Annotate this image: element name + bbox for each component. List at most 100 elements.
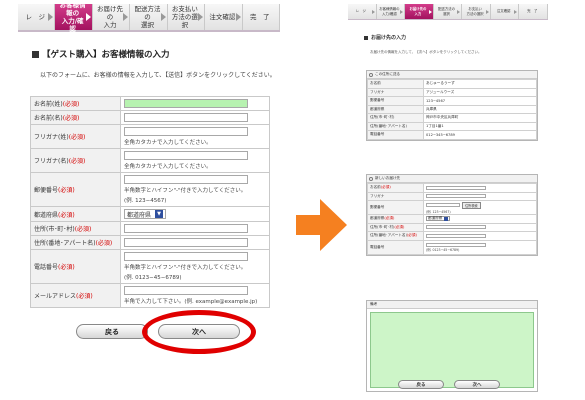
step-order-confirm: 注文確認	[490, 4, 520, 19]
firstname-input[interactable]	[124, 113, 248, 122]
table-row: フリガナ(名)(必須) 全角カタカナで入力してください。	[30, 148, 270, 173]
step-shipping-method: 配送方法の 選択	[130, 4, 168, 30]
table-row: 住所(市･町･村)(必須)	[30, 221, 270, 236]
kana-lastname-input[interactable]	[124, 127, 248, 136]
field-hint: 半角で入力して下さい。(例. example@example.jp)	[124, 299, 258, 305]
field-label: 電話番号(必須)	[30, 249, 121, 284]
field-label: 都道府県(必須)	[30, 206, 121, 222]
radio-icon	[369, 72, 373, 77]
city-input[interactable]	[426, 225, 486, 230]
intro-text: お届け先の情報を入力して、【次へ】ボタンをクリックしてください。	[370, 50, 482, 54]
field-hint: 全角カタカナで入力してください。	[124, 164, 212, 170]
city-input[interactable]	[124, 224, 248, 233]
zip-input[interactable]	[426, 202, 460, 207]
step-payment-method: お支払い 方法の選択	[167, 4, 206, 30]
table-row: 電話番号 (例. 0123−45−6789)	[367, 239, 537, 255]
field-cell: 半角数字とハイフン"-"付きで入力してください。 (例. 0123−45−6789…	[120, 249, 270, 284]
back-button[interactable]: 戻る	[76, 324, 148, 339]
field-label: 住所(番地･アパート名)(必須)	[30, 235, 121, 250]
remarks-box: 備考	[366, 300, 538, 392]
chevron-down-icon: ▼	[155, 210, 164, 218]
next-button[interactable]: 次へ	[158, 324, 240, 339]
field-cell: 半角数字とハイフン"-"付きで入力してください。 (例. 123−4567)	[120, 172, 270, 207]
remarks-textarea[interactable]	[370, 312, 534, 388]
field-cell	[120, 110, 270, 125]
back-button[interactable]: 戻る	[398, 380, 444, 389]
kana-firstname-input[interactable]	[124, 151, 248, 160]
name-input[interactable]	[426, 185, 486, 190]
field-cell	[120, 221, 270, 236]
field-label: フリガナ(姓)(必須)	[30, 124, 121, 149]
zip-input[interactable]	[124, 175, 248, 184]
same-address-box: この住所に送る お名前 あじゅーるうーず フリガナ アジュールウーズ 郵便番号 123…	[366, 70, 538, 141]
remarks-label: 備考	[367, 301, 537, 309]
table-row: お名前 あじゅーるうーず	[367, 79, 537, 89]
step-payment-method: お支払い 方法の選択	[462, 4, 491, 19]
checkout-progress-steps: レ ジ お客様情報の 入力/確認 お届け先の 入力 配送方法の 選択 お支払い …	[348, 4, 548, 20]
page-title-text: お届け先の入力	[371, 35, 407, 41]
table-row: 都道府県(必須) 都道府県 ▼	[30, 206, 270, 222]
step-register: レ ジ	[18, 4, 56, 30]
field-label: 郵便番号(必須)	[30, 172, 121, 207]
table-row: 住所(市･町･村) 神戸市中央区兵庫町	[367, 113, 537, 123]
delivery-address-page: レ ジ お客様情報の 入力/確認 お届け先の 入力 配送方法の 選択 お支払い …	[348, 4, 548, 396]
right-arrow-icon	[296, 199, 347, 251]
step-complete: 完 了	[242, 4, 280, 30]
new-address-box: 新しいお届け先 お名前(必須) フリガナ 郵便番号 住所検索 (例. 123−456…	[366, 174, 538, 256]
page-title-text: 【ゲスト購入】お客様情報の入力	[42, 50, 170, 60]
kana-input[interactable]	[426, 194, 486, 199]
prefecture-select[interactable]: 都道府県 ▼	[124, 209, 167, 219]
step-shipping-method: 配送方法の 選択	[433, 4, 463, 19]
radio-icon	[369, 176, 373, 181]
field-cell	[120, 235, 270, 250]
new-address-table: お名前(必須) フリガナ 郵便番号 住所検索 (例. 123−4567) 都道府県(…	[367, 183, 537, 255]
table-row: 都道府県(必須) 都道府県	[367, 214, 537, 224]
field-example: (例. 0123−45−6789)	[124, 275, 182, 281]
address-search-button[interactable]: 住所検索	[462, 201, 481, 209]
field-label: フリガナ(名)(必須)	[30, 148, 121, 173]
phone-input[interactable]	[124, 252, 248, 261]
guest-customer-form-page: レ ジ お客様情報の 入力/確認 お届け先の 入力 配送方法の 選択 お支払い …	[18, 4, 280, 396]
step-delivery-address: お届け先の 入力	[405, 4, 434, 19]
table-row: フリガナ(姓)(必須) 全角カタカナで入力してください。	[30, 124, 270, 149]
page-title: お届け先の入力	[364, 34, 548, 41]
table-row: 住所(市･町･村)(必須)	[367, 222, 537, 232]
street-input[interactable]	[124, 238, 248, 247]
table-row: お名前(姓)(必須)	[30, 96, 270, 111]
step-complete: 完 了	[519, 4, 548, 19]
field-cell: 全角カタカナで入力してください。	[120, 148, 270, 173]
checkout-progress-steps: レ ジ お客様情報の 入力/確認 お届け先の 入力 配送方法の 選択 お支払い …	[18, 4, 280, 33]
table-row: お名前(必須)	[367, 183, 537, 193]
field-example: (例. 123−4567)	[124, 198, 167, 204]
table-row: 住所(番地･アパート名)(必須)	[367, 231, 537, 241]
table-row: フリガナ	[367, 191, 537, 201]
step-register: レ ジ	[348, 4, 377, 19]
customer-info-table: お名前(姓)(必須) お名前(名)(必須) フリガナ(姓)(必須) 全角カタカナ…	[30, 96, 270, 308]
lastname-input[interactable]	[124, 99, 248, 108]
chevron-down-icon	[444, 216, 449, 221]
email-input[interactable]	[124, 286, 248, 295]
field-cell: 都道府県 ▼	[120, 206, 270, 222]
field-cell: 半角で入力して下さい。(例. example@example.jp)	[120, 283, 270, 308]
table-row: お名前(名)(必須)	[30, 110, 270, 125]
step-customer-info: お客様情報の 入力/確認	[376, 4, 406, 19]
same-address-option[interactable]: この住所に送る	[367, 71, 537, 79]
table-row: 郵便番号 住所検索 (例. 123−4567)	[367, 200, 537, 215]
prefecture-select[interactable]: 都道府県	[426, 216, 451, 222]
intro-text: 以下のフォームに、お客様の情報を入力して、【送信】ボタンをクリックしてください。	[40, 72, 276, 79]
same-address-table: お名前 あじゅーるうーず フリガナ アジュールウーズ 郵便番号 123−4567 都道…	[367, 79, 537, 140]
next-button[interactable]: 次へ	[454, 380, 500, 389]
field-hint: 半角数字とハイフン"-"付きで入力してください。	[124, 188, 247, 194]
street-input[interactable]	[426, 233, 486, 238]
table-row: 電話番号 012−345−6789	[367, 130, 537, 140]
square-bullet-icon	[32, 50, 39, 58]
table-row: 都道府県 兵庫県	[367, 104, 537, 114]
table-row: 電話番号(必須) 半角数字とハイフン"-"付きで入力してください。 (例. 012…	[30, 249, 270, 284]
field-hint: 全角カタカナで入力してください。	[124, 140, 212, 146]
table-row: 郵便番号 123−4567	[367, 96, 537, 106]
new-address-option[interactable]: 新しいお届け先	[367, 175, 537, 183]
page-title: 【ゲスト購入】お客様情報の入力	[32, 48, 280, 60]
field-cell	[120, 96, 270, 111]
field-cell: 全角カタカナで入力してください。	[120, 124, 270, 149]
field-label: お名前(姓)(必須)	[30, 96, 121, 111]
